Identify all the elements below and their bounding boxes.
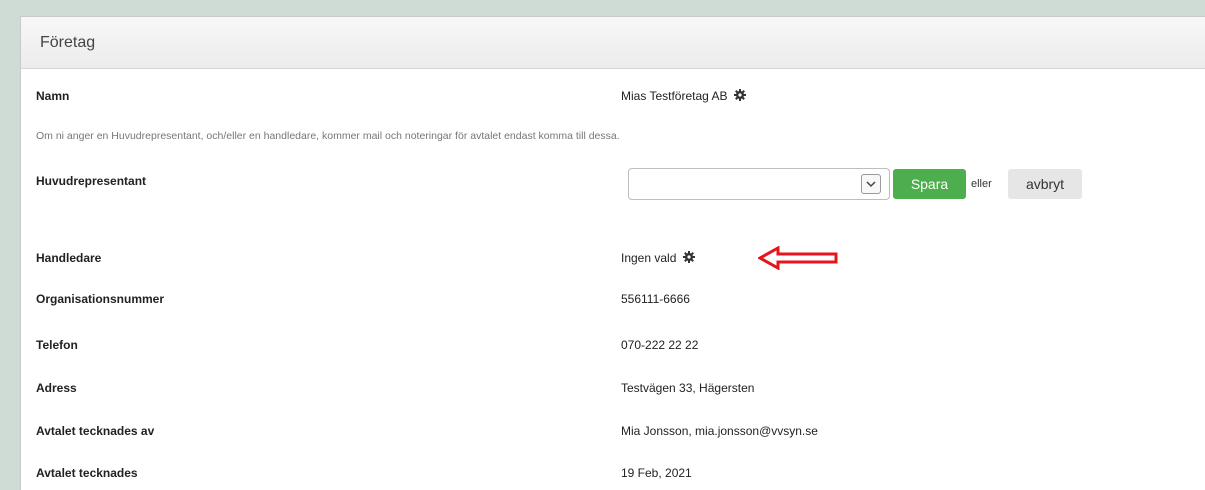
supervisor-value: Ingen vald: [621, 251, 677, 265]
main-representative-select[interactable]: [628, 168, 890, 200]
left-arrow-icon: [756, 245, 840, 275]
gear-icon[interactable]: [733, 89, 746, 101]
org-number-label: Organisationsnummer: [36, 292, 165, 306]
phone-label: Telefon: [36, 338, 78, 352]
signed-date-label: Avtalet tecknades: [36, 466, 138, 480]
signed-by-label: Avtalet tecknades av: [36, 424, 155, 438]
signed-date-value: 19 Feb, 2021: [621, 466, 692, 480]
phone-value: 070-222 22 22: [621, 338, 699, 352]
info-text: Om ni anger en Huvudrepresentant, och/el…: [36, 130, 620, 142]
or-text: eller: [971, 178, 992, 190]
name-value-row: Mias Testföretag AB: [621, 89, 746, 103]
address-label: Adress: [36, 381, 77, 395]
supervisor-value-row: Ingen vald: [621, 251, 695, 265]
name-value: Mias Testföretag AB: [621, 89, 728, 103]
save-button[interactable]: Spara: [893, 169, 966, 199]
main-representative-label: Huvudrepresentant: [36, 174, 147, 188]
chevron-down-icon[interactable]: [861, 174, 881, 194]
supervisor-label: Handledare: [36, 251, 102, 265]
address-value: Testvägen 33, Hägersten: [621, 381, 755, 395]
name-label: Namn: [36, 89, 70, 103]
cancel-button[interactable]: avbryt: [1008, 169, 1082, 199]
org-number-value: 556111-6666: [621, 292, 690, 306]
gear-icon[interactable]: [682, 251, 695, 263]
company-panel: Företag Namn Mias Testföretag AB Om ni a…: [20, 16, 1205, 490]
panel-title: Företag: [21, 17, 1205, 69]
signed-by-value: Mia Jonsson, mia.jonsson@vvsyn.se: [621, 424, 818, 438]
